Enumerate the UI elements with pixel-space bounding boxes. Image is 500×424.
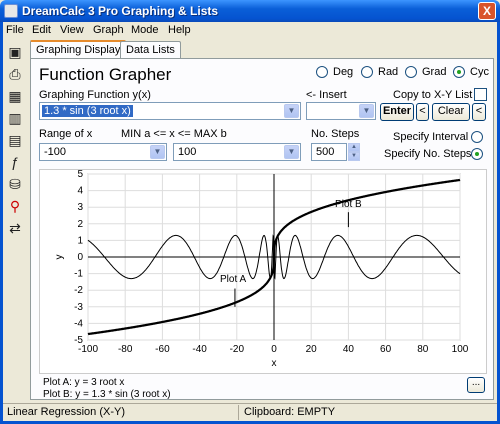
x-axis-label: x (272, 358, 277, 369)
graphing-function-value: 1.3 * sin (3 root x) (42, 105, 133, 117)
y-tick-label: -4 (74, 318, 83, 329)
menu-file[interactable]: File (6, 24, 24, 36)
function-graph[interactable]: -100 -80 -60 -40 -20 0 20 40 60 80 100 5 4 3 2 1 0 -1 -2 -3… (39, 169, 487, 374)
chart-icon[interactable]: ▥ (6, 109, 24, 127)
close-button[interactable]: X (478, 2, 496, 20)
copy-to-list-label: Copy to X-Y List (393, 89, 473, 101)
specify-interval-label: Specify Interval (393, 131, 469, 143)
min-combo[interactable]: -100 ▼ (39, 143, 167, 161)
print-icon[interactable]: ⎙ (6, 65, 24, 83)
x-tick-label: 20 (306, 344, 318, 355)
radio-deg-label: Deg (333, 66, 354, 78)
radio-cyc-label: Cyc (470, 66, 489, 78)
radio-rad-label: Rad (378, 66, 399, 78)
legend-plot-a: Plot A: y = 3 root x (43, 377, 125, 388)
max-value: 100 (178, 146, 197, 158)
x-tick-label: 100 (452, 344, 469, 355)
steps-label: No. Steps (311, 128, 360, 140)
insert-label: <- Insert (306, 89, 347, 101)
plot-b-annotation: Plot B (335, 199, 362, 210)
y-tick-label: 2 (77, 219, 83, 230)
x-tick-label: -60 (155, 344, 170, 355)
x-tick-label: 40 (343, 344, 355, 355)
clear-back-button[interactable]: < (472, 103, 486, 121)
menu-edit[interactable]: Edit (32, 24, 51, 36)
chevron-down-icon[interactable]: ▼ (150, 145, 165, 159)
y-tick-label: -2 (74, 285, 83, 296)
clear-button[interactable]: Clear (432, 103, 470, 121)
chevron-down-icon[interactable]: ▼ (284, 145, 299, 159)
menu-graph[interactable]: Graph (93, 24, 124, 36)
specify-steps-label: Specify No. Steps (384, 148, 472, 160)
zoom-icon[interactable]: ⚲ (6, 197, 24, 215)
backspace-button[interactable]: < (416, 103, 429, 121)
range-label: Range of x (39, 128, 93, 140)
status-mode: Linear Regression (X-Y) (7, 406, 125, 418)
spin-up-icon[interactable]: ▲ (348, 143, 360, 152)
graphing-panel: Function Grapher Deg Rad Grad Cyc Graphi… (30, 58, 494, 400)
steps-input[interactable]: 500 (311, 143, 347, 161)
more-button[interactable]: ... (467, 377, 485, 393)
x-tick-label: 80 (417, 344, 429, 355)
menu-bar: File Edit View Graph Mode Help (0, 22, 500, 39)
graphing-function-label: Graphing Function y(x) (39, 89, 151, 101)
y-tick-label: 1 (77, 235, 83, 246)
spin-down-icon[interactable]: ▼ (348, 152, 360, 161)
y-tick-label: -3 (74, 302, 83, 313)
status-clipboard: Clipboard: EMPTY (244, 406, 336, 418)
steps-value: 500 (316, 146, 335, 158)
y-tick-label: 3 (77, 202, 83, 213)
y-tick-label: -1 (74, 269, 83, 280)
save-icon[interactable]: ▣ (6, 43, 24, 61)
max-combo[interactable]: 100 ▼ (173, 143, 301, 161)
status-divider (238, 405, 239, 420)
function-icon[interactable]: ƒ (6, 153, 24, 171)
radio-deg[interactable] (316, 66, 328, 78)
calculator-icon[interactable]: ▦ (6, 87, 24, 105)
radio-specify-steps[interactable] (471, 148, 483, 160)
min-value: -100 (44, 146, 67, 158)
steps-spinner[interactable]: ▲ ▼ (348, 143, 360, 161)
plot-a-annotation: Plot A (220, 274, 246, 285)
y-tick-label: 5 (77, 170, 83, 180)
window-title: DreamCalc 3 Pro Graphing & Lists (22, 4, 219, 18)
x-tick-label: -40 (192, 344, 207, 355)
tab-graphing-display[interactable]: Graphing Display (30, 40, 127, 59)
y-axis-label: y (54, 255, 65, 260)
tab-data-lists[interactable]: Data Lists (120, 41, 181, 59)
y-tick-label: 4 (77, 186, 83, 197)
menu-mode[interactable]: Mode (131, 24, 159, 36)
left-toolbar: ▣ ⎙ ▦ ▥ ▤ ƒ ⛁ ⚲ ⇄ (4, 41, 26, 251)
copy-to-list-checkbox[interactable] (474, 88, 487, 101)
swap-icon[interactable]: ⇄ (6, 219, 24, 237)
chevron-down-icon[interactable]: ▼ (359, 104, 374, 118)
chevron-down-icon[interactable]: ▼ (284, 104, 299, 118)
y-tick-label: -5 (74, 335, 83, 346)
insert-combo[interactable]: ▼ (306, 102, 376, 120)
radio-cyc[interactable] (453, 66, 465, 78)
graph-svg: -100 -80 -60 -40 -20 0 20 40 60 80 100543210-1-2-3… (54, 169, 469, 369)
title-bar: DreamCalc 3 Pro Graphing & Lists X (0, 0, 500, 22)
radio-specify-interval[interactable] (471, 131, 483, 143)
status-bar: Linear Regression (X-Y) Clipboard: EMPTY (3, 403, 497, 421)
menu-view[interactable]: View (60, 24, 84, 36)
graphing-function-combo[interactable]: 1.3 * sin (3 root x) ▼ (39, 102, 301, 120)
x-tick-label: 60 (380, 344, 392, 355)
y-tick-label: 0 (77, 252, 83, 263)
radio-grad-label: Grad (422, 66, 447, 78)
app-icon (4, 4, 18, 18)
legend-plot-b: Plot B: y = 1.3 * sin (3 root x) (43, 389, 171, 400)
trash-icon[interactable]: ⛁ (6, 175, 24, 193)
x-tick-label: -80 (118, 344, 133, 355)
enter-button[interactable]: Enter (380, 103, 414, 121)
x-tick-label: 0 (271, 344, 277, 355)
radio-grad[interactable] (405, 66, 417, 78)
radio-rad[interactable] (361, 66, 373, 78)
table-icon[interactable]: ▤ (6, 131, 24, 149)
x-tick-label: -20 (230, 344, 245, 355)
page-title: Function Grapher (39, 65, 172, 84)
minmax-label: MIN a <= x <= MAX b (121, 128, 227, 140)
menu-help[interactable]: Help (168, 24, 191, 36)
